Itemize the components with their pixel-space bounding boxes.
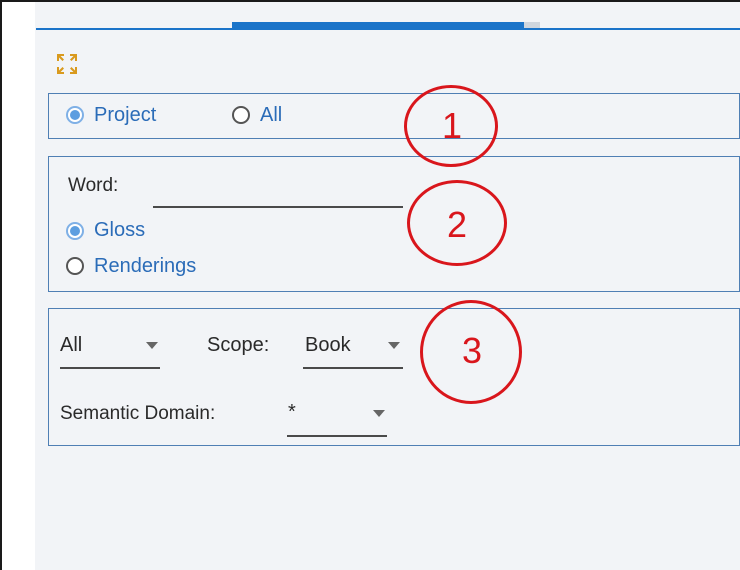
renderings-radio[interactable]: [66, 257, 84, 275]
chevron-down-icon[interactable]: [373, 410, 385, 417]
word-label: Word:: [68, 175, 119, 196]
tab-indicator-edge: [524, 22, 540, 28]
callout-number-1: 1: [441, 105, 463, 146]
scope-label: Scope:: [207, 334, 270, 356]
left-gutter: [9, 2, 36, 570]
semantic-domain-label: Semantic Domain:: [60, 403, 216, 424]
tab-underline: [36, 28, 740, 30]
callout-number-3: 3: [461, 330, 483, 371]
category-dropdown-underline: [60, 367, 160, 369]
expand-icon[interactable]: [55, 52, 79, 76]
chevron-down-icon[interactable]: [388, 342, 400, 349]
scope-dropdown-underline: [303, 367, 403, 369]
all-radio-label[interactable]: All: [260, 103, 282, 127]
word-input-underline: [153, 206, 403, 208]
semantic-domain-dropdown-value[interactable]: *: [288, 400, 296, 424]
word-input[interactable]: [153, 178, 403, 202]
active-tab-indicator[interactable]: [232, 22, 524, 28]
semantic-domain-dropdown-underline: [287, 435, 387, 437]
gloss-radio-label[interactable]: Gloss: [94, 218, 145, 242]
callout-number-2: 2: [446, 204, 468, 245]
renderings-radio-label[interactable]: Renderings: [94, 254, 196, 278]
gloss-radio[interactable]: [66, 222, 84, 240]
scope-dropdown-value[interactable]: Book: [305, 333, 351, 357]
chevron-down-icon[interactable]: [146, 342, 158, 349]
all-radio[interactable]: [232, 106, 250, 124]
project-radio-label[interactable]: Project: [94, 103, 156, 127]
category-dropdown-value[interactable]: All: [60, 333, 82, 357]
project-radio[interactable]: [66, 106, 84, 124]
